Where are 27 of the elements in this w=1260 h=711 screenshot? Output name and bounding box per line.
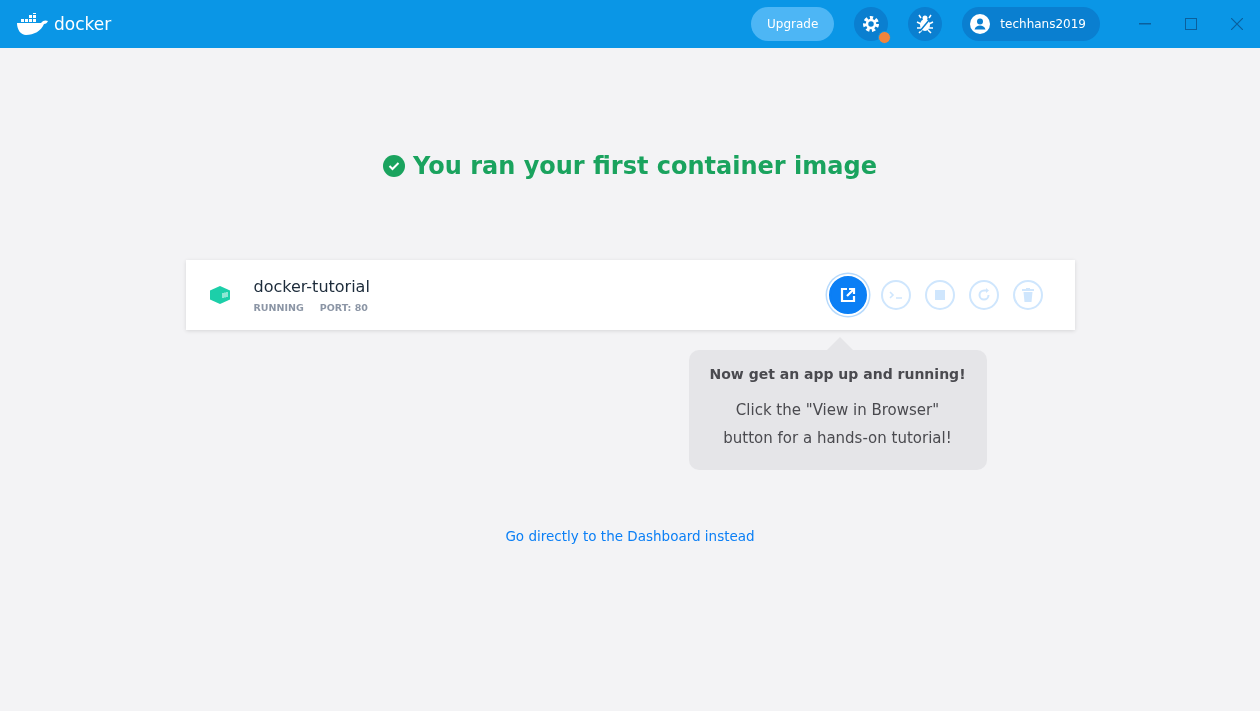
dashboard-link[interactable]: Go directly to the Dashboard instead xyxy=(505,528,755,544)
minimize-icon xyxy=(1139,23,1151,25)
container-name: docker-tutorial xyxy=(253,277,371,296)
maximize-icon xyxy=(1185,18,1197,30)
external-link-icon xyxy=(839,287,856,303)
container-status: RUNNING xyxy=(253,302,304,313)
restart-icon xyxy=(976,288,991,302)
tooltip-text: Click the "View in Browser" button for a hands-on tutorial! xyxy=(722,400,953,449)
user-avatar-icon xyxy=(970,14,991,34)
bug-report-button[interactable] xyxy=(908,7,943,41)
container-port: PORT: 80 xyxy=(319,302,368,313)
app-logo-text: docker xyxy=(54,14,112,34)
close-icon xyxy=(1231,18,1243,30)
tooltip-heading: Now get an app up and running! xyxy=(709,366,966,382)
account-button[interactable]: techhans2019 xyxy=(962,7,1100,41)
check-circle-icon xyxy=(383,155,406,177)
container-action-button[interactable] xyxy=(828,276,867,314)
terminal-icon xyxy=(888,290,903,300)
upgrade-button[interactable]: Upgrade xyxy=(751,7,835,41)
stop-icon xyxy=(934,290,945,300)
whale-logo-icon xyxy=(16,13,50,35)
success-heading: You ran your first container image xyxy=(413,152,877,180)
trash-icon xyxy=(1021,288,1034,302)
bug-icon xyxy=(915,14,936,34)
container-icon xyxy=(209,286,230,304)
settings-button[interactable] xyxy=(854,7,889,41)
settings-icon xyxy=(861,14,882,34)
